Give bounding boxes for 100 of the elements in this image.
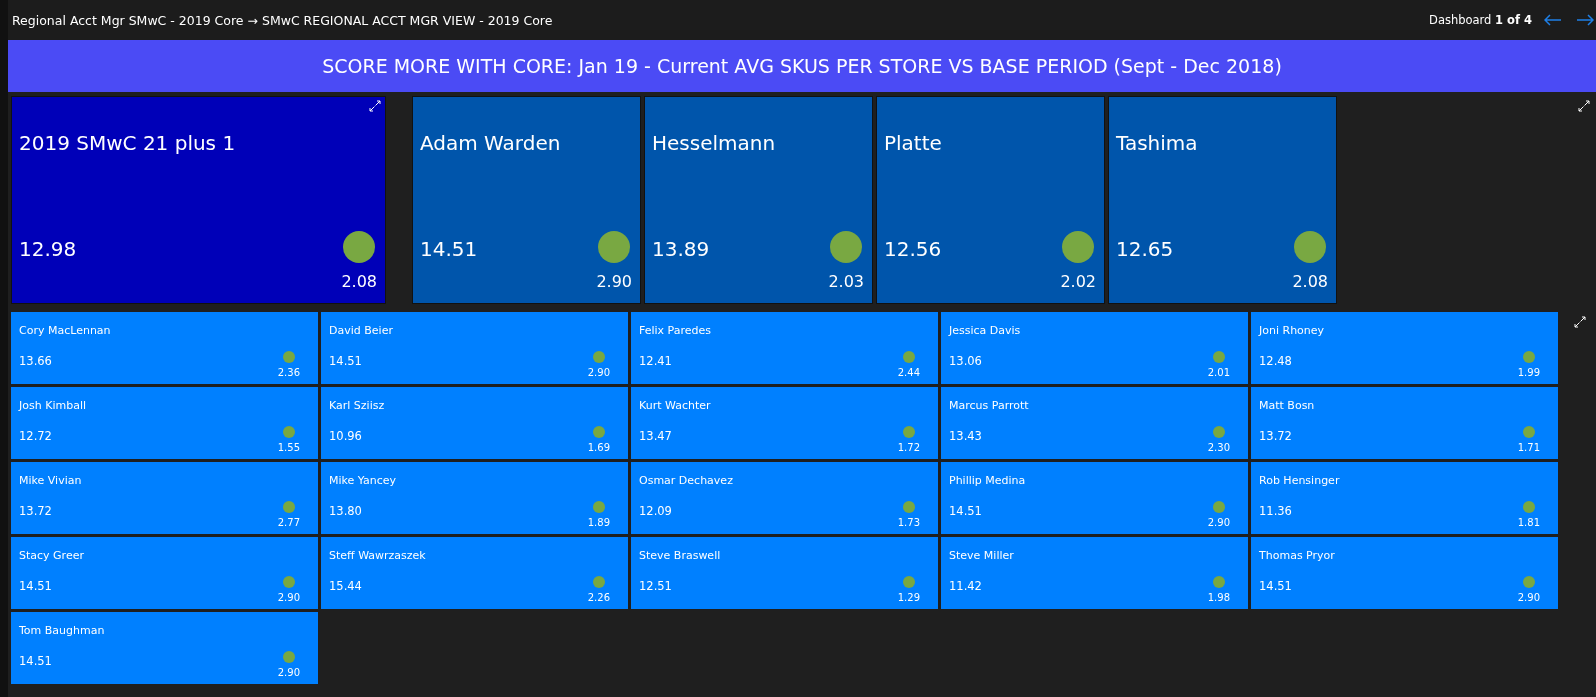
- rep-tile[interactable]: Osmar Dechavez 12.09 1.73: [631, 462, 938, 534]
- tile-title: 2019 SMwC 21 plus 1: [19, 131, 237, 155]
- tile-value: 11.42: [949, 579, 982, 593]
- status-dot: [902, 351, 915, 363]
- tile-change: 2.90: [277, 667, 300, 678]
- tile-title: Hesselmann: [652, 131, 777, 155]
- tile-value: 13.72: [1259, 429, 1292, 443]
- rep-tile[interactable]: Felix Paredes 12.41 2.44: [631, 312, 938, 384]
- tile-title: Rob Hensinger: [1259, 474, 1341, 487]
- status-dot: [1522, 426, 1535, 438]
- tile-change: 1.73: [897, 517, 920, 528]
- tile-change: 2.02: [1060, 272, 1096, 291]
- summary-tile[interactable]: 2019 SMwC 21 plus 1 12.98 2.08: [11, 96, 386, 304]
- tile-change: 1.89: [587, 517, 610, 528]
- arrow-left-icon: [1544, 14, 1562, 26]
- rep-tile[interactable]: Cory MacLennan 13.66 2.36: [11, 312, 318, 384]
- summary-tile[interactable]: Platte 12.56 2.02: [876, 96, 1105, 304]
- tile-change: 2.08: [1292, 272, 1328, 291]
- expand-icon[interactable]: [369, 100, 381, 112]
- tile-value: 10.96: [329, 429, 362, 443]
- tile-title: Phillip Medina: [949, 474, 1027, 487]
- rep-tile[interactable]: Matt Bosn 13.72 1.71: [1251, 387, 1558, 459]
- status-dot: [830, 231, 863, 263]
- tile-title: Josh Kimball: [19, 399, 87, 412]
- tile-change: 1.69: [587, 442, 610, 453]
- rep-tile[interactable]: Mike Vivian 13.72 2.77: [11, 462, 318, 534]
- rep-tile[interactable]: Jessica Davis 13.06 2.01: [941, 312, 1248, 384]
- tile-value: 13.89: [652, 237, 710, 261]
- tile-change: 2.90: [1517, 592, 1540, 603]
- summary-tile[interactable]: Tashima 12.65 2.08: [1108, 96, 1337, 304]
- rep-tile[interactable]: Thomas Pryor 14.51 2.90: [1251, 537, 1558, 609]
- tile-value: 11.36: [1259, 504, 1292, 518]
- tile-value: 14.51: [1259, 579, 1292, 593]
- tile-value: 12.56: [884, 237, 942, 261]
- status-dot: [282, 351, 295, 363]
- tile-value: 13.80: [329, 504, 362, 518]
- status-dot: [1212, 426, 1225, 438]
- tile-change: 2.90: [1207, 517, 1230, 528]
- status-dot: [592, 351, 605, 363]
- tile-title: Cory MacLennan: [19, 324, 112, 337]
- breadcrumb[interactable]: Regional Acct Mgr SMwC - 2019 Core → SMwC REGIONAL ACCT MGR VIEW - 2019 Core: [12, 12, 553, 28]
- rep-tile[interactable]: Steve Miller 11.42 1.98: [941, 537, 1248, 609]
- tile-title: David Beier: [329, 324, 394, 337]
- expand-icon[interactable]: [1578, 100, 1590, 112]
- status-dot: [902, 426, 915, 438]
- rep-tile[interactable]: Mike Yancey 13.80 1.89: [321, 462, 628, 534]
- tile-change: 2.90: [587, 367, 610, 378]
- status-dot: [592, 501, 605, 513]
- tile-title: Felix Paredes: [639, 324, 713, 337]
- summary-tile[interactable]: Adam Warden 14.51 2.90: [412, 96, 641, 304]
- rep-tile[interactable]: Joni Rhoney 12.48 1.99: [1251, 312, 1558, 384]
- status-dot: [1522, 576, 1535, 588]
- tile-change: 2.03: [828, 272, 864, 291]
- status-dot: [1212, 351, 1225, 363]
- status-dot: [592, 426, 605, 438]
- tile-value: 12.98: [19, 237, 77, 261]
- tile-title: Joni Rhoney: [1259, 324, 1326, 337]
- status-dot: [1212, 576, 1225, 588]
- tile-title: Adam Warden: [420, 131, 562, 155]
- tile-title: Steve Braswell: [639, 549, 722, 562]
- status-dot: [1212, 501, 1225, 513]
- rep-tile[interactable]: Josh Kimball 12.72 1.55: [11, 387, 318, 459]
- tile-change: 1.55: [277, 442, 300, 453]
- rep-tile[interactable]: Stacy Greer 14.51 2.90: [11, 537, 318, 609]
- status-dot: [343, 231, 376, 263]
- rep-tile[interactable]: Steff Wawrzaszek 15.44 2.26: [321, 537, 628, 609]
- tile-change: 2.36: [277, 367, 300, 378]
- rep-tile[interactable]: Karl Sziisz 10.96 1.69: [321, 387, 628, 459]
- tile-title: Jessica Davis: [949, 324, 1022, 337]
- rep-tile[interactable]: Tom Baughman 14.51 2.90: [11, 612, 318, 684]
- rep-tile[interactable]: Steve Braswell 12.51 1.29: [631, 537, 938, 609]
- status-dot: [282, 576, 295, 588]
- tile-value: 14.51: [329, 354, 362, 368]
- tile-value: 13.47: [639, 429, 672, 443]
- status-dot: [1522, 351, 1535, 363]
- tile-title: Tom Baughman: [19, 624, 106, 637]
- rep-tile[interactable]: Rob Hensinger 11.36 1.81: [1251, 462, 1558, 534]
- status-dot: [1294, 231, 1327, 263]
- tile-value: 13.72: [19, 504, 52, 518]
- tile-value: 12.72: [19, 429, 52, 443]
- rep-tile[interactable]: Kurt Wachter 13.47 1.72: [631, 387, 938, 459]
- expand-icon[interactable]: [1574, 316, 1586, 328]
- rep-tile[interactable]: Marcus Parrott 13.43 2.30: [941, 387, 1248, 459]
- tile-value: 12.48: [1259, 354, 1292, 368]
- tile-title: Tashima: [1116, 131, 1199, 155]
- page-indicator: Dashboard 1 of 4: [1429, 13, 1532, 27]
- tile-title: Mike Yancey: [329, 474, 398, 487]
- tile-change: 2.01: [1207, 367, 1230, 378]
- banner-title: SCORE MORE WITH CORE: Jan 19 - Current AVG SKUS PER STORE VS BASE PERIOD (Sept - Dec 2018): [322, 55, 1282, 77]
- rep-tile[interactable]: Phillip Medina 14.51 2.90: [941, 462, 1248, 534]
- summary-tile[interactable]: Hesselmann 13.89 2.03: [644, 96, 873, 304]
- tile-change: 1.72: [897, 442, 920, 453]
- tile-value: 12.51: [639, 579, 672, 593]
- rep-tile[interactable]: David Beier 14.51 2.90: [321, 312, 628, 384]
- status-dot: [592, 576, 605, 588]
- tile-change: 2.08: [341, 272, 377, 291]
- tile-change: 1.71: [1517, 442, 1540, 453]
- tile-change: 1.29: [897, 592, 920, 603]
- tile-change: 1.98: [1207, 592, 1230, 603]
- tile-change: 2.90: [596, 272, 632, 291]
